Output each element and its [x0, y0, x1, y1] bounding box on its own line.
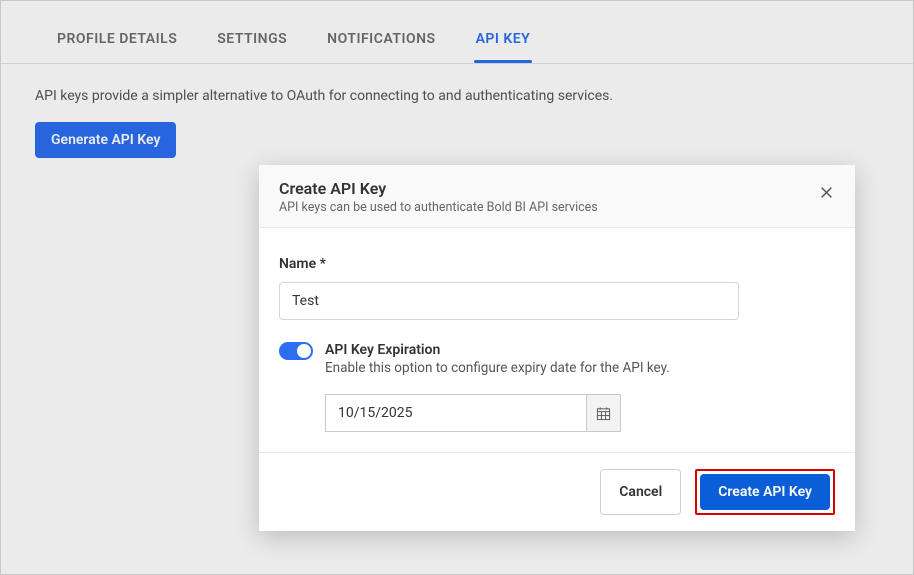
name-input[interactable]: [279, 282, 739, 320]
expiration-toggle[interactable]: [279, 342, 313, 360]
name-label: Name *: [279, 256, 835, 272]
expiry-date-input[interactable]: [325, 394, 587, 432]
expiration-description: Enable this option to configure expiry d…: [325, 360, 670, 376]
expiration-title: API Key Expiration: [325, 342, 670, 358]
close-icon[interactable]: [815, 181, 837, 203]
modal-subtitle: API keys can be used to authenticate Bol…: [279, 200, 835, 215]
modal-body: Name * API Key Expiration Enable this op…: [259, 228, 855, 452]
create-api-key-modal: Create API Key API keys can be used to a…: [259, 165, 855, 531]
highlight-create-button: Create API Key: [695, 469, 835, 515]
create-api-key-button[interactable]: Create API Key: [700, 474, 830, 510]
calendar-icon[interactable]: [587, 394, 621, 432]
modal-title: Create API Key: [279, 179, 835, 198]
modal-footer: Cancel Create API Key: [259, 452, 855, 531]
modal-header: Create API Key API keys can be used to a…: [259, 165, 855, 228]
cancel-button[interactable]: Cancel: [600, 469, 681, 515]
